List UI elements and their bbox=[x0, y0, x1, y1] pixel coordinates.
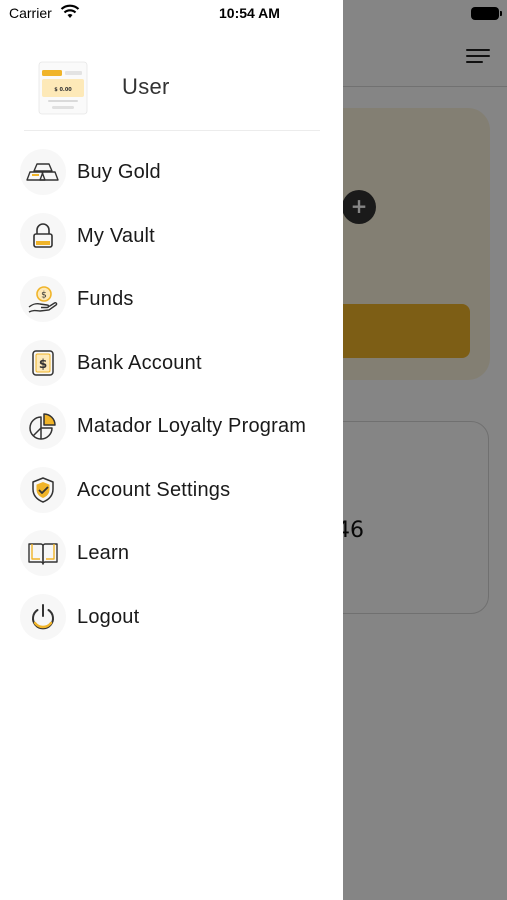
drawer-overlay[interactable] bbox=[343, 0, 507, 900]
menu-item-logout[interactable]: Logout bbox=[20, 593, 340, 641]
avatar: $ 0.00 bbox=[38, 60, 88, 116]
pie-chart-icon bbox=[20, 403, 66, 449]
clock-time: 10:54 AM bbox=[219, 5, 280, 21]
menu-item-buy-gold[interactable]: Buy Gold bbox=[20, 148, 340, 196]
menu-item-label: Account Settings bbox=[77, 478, 231, 501]
profile-divider bbox=[24, 130, 320, 131]
avatar-card-amount: $ 0.00 bbox=[54, 87, 72, 93]
menu-item-matador-loyalty-program[interactable]: Matador Loyalty Program bbox=[20, 402, 340, 450]
carrier-label: Carrier bbox=[9, 5, 52, 21]
menu-item-account-settings[interactable]: Account Settings bbox=[20, 466, 340, 514]
menu-item-label: My Vault bbox=[77, 224, 155, 247]
hand-coin-icon: $ bbox=[20, 276, 66, 322]
svg-text:$: $ bbox=[39, 357, 47, 371]
profile-header[interactable]: $ 0.00 User bbox=[24, 56, 324, 120]
username: User bbox=[122, 74, 170, 99]
shield-check-icon bbox=[20, 467, 66, 513]
menu-item-label: Bank Account bbox=[77, 351, 202, 374]
lock-icon bbox=[20, 213, 66, 259]
gold-bars-icon bbox=[20, 149, 66, 195]
open-book-icon bbox=[20, 530, 66, 576]
dollar-document-icon: $ bbox=[20, 340, 66, 386]
menu-item-learn[interactable]: Learn bbox=[20, 529, 340, 577]
menu-item-funds[interactable]: $ Funds bbox=[20, 275, 340, 323]
menu-item-label: Funds bbox=[77, 287, 134, 310]
power-icon bbox=[20, 594, 66, 640]
menu-item-label: Buy Gold bbox=[77, 160, 161, 183]
menu-item-label: Matador Loyalty Program bbox=[77, 414, 307, 437]
menu-item-my-vault[interactable]: My Vault bbox=[20, 212, 340, 260]
menu-item-bank-account[interactable]: $ Bank Account bbox=[20, 339, 340, 387]
menu-item-label: Logout bbox=[77, 605, 140, 628]
menu-item-label: Learn bbox=[77, 541, 130, 564]
status-bar: Carrier 10:54 AM bbox=[0, 0, 507, 30]
side-drawer: $ 0.00 User Buy Gold My Vault $ Funds $ … bbox=[0, 0, 343, 900]
svg-text:$: $ bbox=[41, 291, 47, 301]
battery-icon bbox=[471, 7, 502, 20]
wifi-icon bbox=[60, 4, 80, 24]
